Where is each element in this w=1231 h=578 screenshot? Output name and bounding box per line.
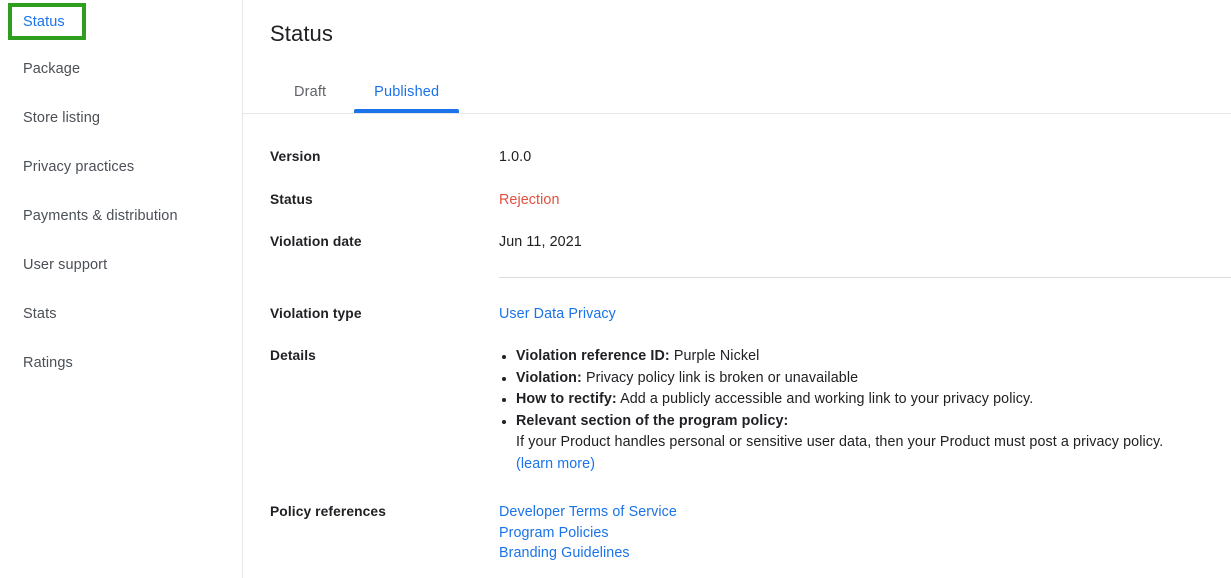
row-value-violation-type: User Data Privacy [499, 304, 1231, 324]
row-label-policy-references: Policy references [270, 504, 386, 519]
bullet-text: Add a publicly accessible and working li… [616, 391, 1034, 407]
main-content: Status Draft Published Version 1.0.0 Sta… [243, 0, 1231, 578]
policy-link-program-policies[interactable]: Program Policies [499, 523, 1231, 544]
sidebar-item-label: Store listing [23, 109, 101, 126]
sidebar-item-stats[interactable]: Stats [0, 289, 242, 338]
policy-link-developer-terms[interactable]: Developer Terms of Service [499, 502, 1231, 523]
row-label-violation-date: Violation date [270, 234, 362, 249]
page-title: Status [270, 21, 333, 46]
sidebar-item-user-support[interactable]: User support [0, 240, 242, 289]
row-violation-type: Violation type User Data Privacy [270, 304, 1231, 324]
details-bullet-item: Violation: Privacy policy link is broken… [516, 368, 1231, 390]
row-label-details: Details [270, 348, 316, 363]
bullet-text: Privacy policy link is broken or unavail… [581, 369, 859, 386]
sidebar-item-label: Package [23, 60, 81, 77]
sidebar: Status Package Store listing Privacy pra… [0, 0, 243, 578]
details-bullet-item: How to rectify: Add a publicly accessibl… [516, 389, 1231, 411]
sidebar-item-ratings[interactable]: Ratings [0, 338, 242, 387]
sidebar-item-store-listing[interactable]: Store listing [0, 93, 242, 142]
sidebar-item-label: Stats [23, 305, 57, 322]
row-policy-references: Policy references Developer Terms of Ser… [270, 502, 1231, 564]
details-bullet-item: Violation reference ID: Purple Nickel [516, 346, 1231, 368]
row-violation-date: Violation date Jun 11, 2021 [270, 232, 1231, 252]
bullet-term: Relevant section of the program policy: [516, 412, 789, 429]
bullet-term: Violation: [516, 369, 582, 386]
row-label-version: Version [270, 149, 321, 164]
sidebar-item-payments-distribution[interactable]: Payments & distribution [0, 191, 242, 240]
sidebar-item-label: Payments & distribution [23, 207, 178, 224]
tab-published[interactable]: Published [350, 70, 463, 113]
detail-area: Version 1.0.0 Status Rejection Violation… [243, 147, 1231, 564]
sidebar-item-label: Ratings [23, 354, 73, 371]
policy-reference-links: Developer Terms of Service Program Polic… [499, 502, 1231, 564]
sidebar-item-label: User support [23, 256, 108, 273]
sidebar-item-label: Privacy practices [23, 158, 135, 175]
bullet-subtext: If your Product handles personal or sens… [516, 434, 1164, 450]
row-label-violation-type: Violation type [270, 306, 362, 321]
details-bullet-list: Violation reference ID: Purple Nickel Vi… [499, 346, 1231, 475]
row-value-details: Violation reference ID: Purple Nickel Vi… [499, 346, 1231, 475]
tab-label: Published [374, 83, 440, 100]
learn-more-link[interactable]: (learn more) [516, 454, 1231, 476]
details-bullet-item: Relevant section of the program policy: … [516, 411, 1231, 476]
row-version: Version 1.0.0 [270, 147, 1231, 167]
violation-type-link[interactable]: User Data Privacy [499, 306, 616, 322]
bullet-text: Purple Nickel [669, 348, 760, 364]
tab-bar: Draft Published [243, 70, 1231, 114]
sidebar-item-privacy-practices[interactable]: Privacy practices [0, 142, 242, 191]
row-value-version: 1.0.0 [499, 149, 532, 165]
bullet-term: How to rectify: [516, 391, 617, 407]
sidebar-item-status[interactable]: Status [0, 0, 242, 44]
app-root: Status Package Store listing Privacy pra… [0, 0, 1231, 578]
row-status: Status Rejection [270, 190, 1231, 210]
policy-link-branding-guidelines[interactable]: Branding Guidelines [499, 543, 1231, 564]
status-badge: Rejection [499, 192, 560, 208]
bullet-term: Violation reference ID: [516, 348, 670, 364]
sidebar-nav-list: Status Package Store listing Privacy pra… [0, 0, 242, 387]
section-divider [499, 277, 1231, 278]
tab-label: Draft [294, 83, 327, 100]
sidebar-item-package[interactable]: Package [0, 44, 242, 93]
row-label-status: Status [270, 192, 313, 207]
row-details: Details Violation reference ID: Purple N… [270, 346, 1231, 475]
sidebar-item-label: Status [23, 14, 65, 30]
row-value-violation-date: Jun 11, 2021 [499, 234, 582, 250]
tab-draft[interactable]: Draft [270, 70, 350, 113]
